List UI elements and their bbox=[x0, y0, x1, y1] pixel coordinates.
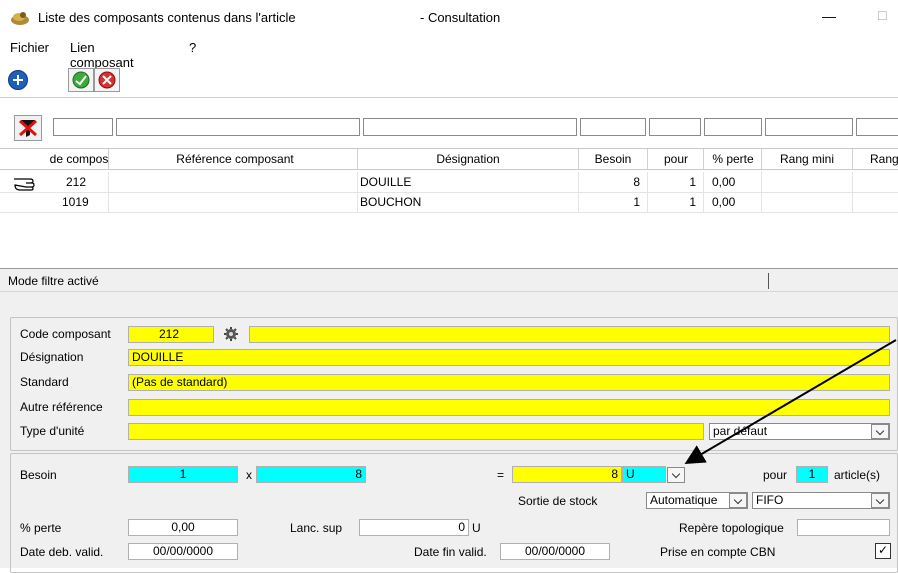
cell-code: 1019 bbox=[62, 195, 89, 209]
type-unite-select-value: par défaut bbox=[713, 424, 768, 438]
validate-icon bbox=[72, 71, 90, 89]
cell-perte: 0,00 bbox=[712, 175, 736, 189]
equals-sign: = bbox=[497, 468, 505, 482]
cbn-checkbox[interactable]: ✓ bbox=[875, 543, 891, 559]
minimize-button[interactable]: — bbox=[822, 8, 836, 24]
filter-rang-mini[interactable] bbox=[765, 118, 853, 136]
besoin-factor-field[interactable]: 8 bbox=[256, 466, 366, 483]
table-row[interactable]: 1019 BOUCHON 1 1 0,00 bbox=[0, 192, 898, 213]
cell-pour: 1 bbox=[689, 175, 696, 189]
col-designation[interactable]: Désignation bbox=[358, 152, 578, 166]
filter-code[interactable] bbox=[53, 118, 113, 136]
designation-field[interactable]: DOUILLE bbox=[128, 349, 890, 366]
pour-label: pour bbox=[763, 468, 788, 482]
cancel-icon bbox=[98, 71, 116, 89]
cell-designation: DOUILLE bbox=[360, 175, 412, 189]
date-deb-label: Date deb. valid. bbox=[20, 545, 104, 559]
filter-reference[interactable] bbox=[116, 118, 360, 136]
designation-label: Désignation bbox=[20, 350, 84, 364]
cell-perte: 0,00 bbox=[712, 195, 736, 209]
validate-button[interactable] bbox=[68, 68, 94, 92]
table-row[interactable]: 212 DOUILLE 8 1 0,00 bbox=[0, 172, 898, 193]
unit-field[interactable]: U bbox=[622, 466, 666, 483]
pour-field[interactable]: 1 bbox=[796, 466, 828, 483]
filter-pour[interactable] bbox=[649, 118, 701, 136]
autre-ref-label: Autre référence bbox=[20, 400, 103, 414]
code-description-field[interactable] bbox=[249, 326, 890, 343]
sortie-method-value: FIFO bbox=[756, 493, 784, 507]
perte-field[interactable]: 0,00 bbox=[128, 519, 238, 536]
autre-ref-field[interactable] bbox=[128, 399, 890, 416]
sortie-label: Sortie de stock bbox=[518, 494, 598, 508]
besoin-result-field[interactable]: 8 bbox=[512, 466, 622, 483]
filter-rang[interactable] bbox=[856, 118, 898, 136]
status-text: Mode filtre activé bbox=[8, 274, 99, 288]
date-fin-field[interactable]: 00/00/0000 bbox=[500, 543, 610, 560]
menu-help[interactable]: ? bbox=[189, 40, 196, 55]
menu-fichier[interactable]: Fichier bbox=[10, 40, 49, 55]
standard-field[interactable]: (Pas de standard) bbox=[128, 374, 890, 391]
window-subtitle: - Consultation bbox=[420, 10, 501, 25]
code-label: Code composant bbox=[20, 327, 111, 341]
type-unite-label: Type d'unité bbox=[20, 424, 85, 438]
col-besoin[interactable]: Besoin bbox=[578, 152, 648, 166]
filter-perte[interactable] bbox=[704, 118, 762, 136]
sortie-method-select[interactable]: FIFO bbox=[752, 492, 890, 509]
filter-besoin[interactable] bbox=[580, 118, 646, 136]
chevron-down-icon[interactable] bbox=[729, 493, 747, 508]
toolbar bbox=[0, 62, 898, 96]
cell-pour: 1 bbox=[689, 195, 696, 209]
chevron-down-icon[interactable] bbox=[871, 424, 889, 439]
pointing-hand-icon bbox=[14, 178, 35, 191]
clear-filter-button[interactable] bbox=[14, 115, 42, 141]
title-bar: Liste des composants contenus dans l'art… bbox=[0, 0, 898, 36]
chevron-down-icon[interactable] bbox=[667, 467, 685, 483]
type-unite-select[interactable]: par défaut bbox=[709, 423, 890, 440]
repere-field[interactable] bbox=[797, 519, 890, 536]
col-reference[interactable]: Référence composant bbox=[110, 152, 360, 166]
perte-label: % perte bbox=[20, 521, 62, 535]
cell-code: 212 bbox=[66, 175, 87, 189]
detail-panel: Mode filtre activé Code composant 212 Dé… bbox=[0, 268, 898, 573]
col-rang-mini[interactable]: Rang mini bbox=[762, 152, 852, 166]
chevron-down-icon[interactable] bbox=[871, 493, 889, 508]
cancel-button[interactable] bbox=[94, 68, 120, 92]
lanc-label: Lanc. sup bbox=[290, 521, 343, 535]
filter-designation[interactable] bbox=[363, 118, 577, 136]
besoin-qty-field[interactable]: 1 bbox=[128, 466, 238, 483]
col-rang[interactable]: Rang bbox=[870, 152, 898, 166]
gear-icon[interactable] bbox=[221, 325, 241, 343]
cell-designation: BOUCHON bbox=[360, 195, 422, 209]
status-divider bbox=[768, 273, 769, 289]
type-unite-field[interactable] bbox=[128, 423, 704, 440]
besoin-label: Besoin bbox=[20, 468, 57, 482]
col-code[interactable]: de compos bbox=[48, 152, 110, 166]
standard-label: Standard bbox=[20, 375, 69, 389]
articles-label: article(s) bbox=[834, 468, 881, 482]
add-button[interactable] bbox=[8, 70, 28, 90]
sortie-select-value: Automatique bbox=[650, 493, 718, 507]
col-pour[interactable]: pour bbox=[648, 152, 704, 166]
maximize-button[interactable]: □ bbox=[878, 7, 886, 23]
toolbar-divider bbox=[0, 97, 898, 98]
window-title: Liste des composants contenus dans l'art… bbox=[38, 10, 296, 25]
cell-besoin: 8 bbox=[633, 175, 640, 189]
cbn-label: Prise en compte CBN bbox=[660, 545, 776, 559]
clear-filter-icon bbox=[19, 119, 37, 137]
lanc-unit: U bbox=[472, 521, 481, 535]
add-icon bbox=[13, 75, 23, 85]
cell-besoin: 1 bbox=[633, 195, 640, 209]
code-field[interactable]: 212 bbox=[128, 326, 214, 343]
grid-header: de compos Référence composant Désignatio… bbox=[0, 148, 898, 170]
app-icon bbox=[11, 12, 29, 25]
col-perte[interactable]: % perte bbox=[704, 152, 762, 166]
times-sign: x bbox=[246, 468, 252, 482]
lanc-field[interactable]: 0 bbox=[359, 519, 469, 536]
date-deb-field[interactable]: 00/00/0000 bbox=[128, 543, 238, 560]
date-fin-label: Date fin valid. bbox=[414, 545, 487, 559]
status-underline bbox=[0, 291, 898, 292]
repere-label: Repère topologique bbox=[679, 521, 784, 535]
